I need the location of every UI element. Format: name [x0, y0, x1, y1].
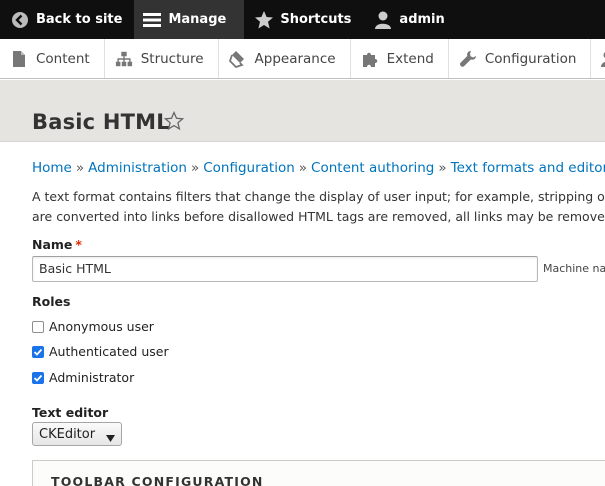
role-label: Anonymous user: [49, 319, 154, 334]
page-description: A text format contains filters that chan…: [32, 187, 605, 227]
breadcrumb-separator: »: [190, 160, 200, 176]
breadcrumb-separator: »: [75, 160, 85, 176]
description-line: are converted into links before disallow…: [32, 209, 605, 224]
breadcrumb-separator: »: [438, 160, 447, 176]
page-header: Basic HTML: [0, 80, 605, 142]
name-label: Name *: [32, 237, 82, 252]
tray-item-structure[interactable]: Structure: [105, 39, 219, 78]
breadcrumb-text-formats[interactable]: Text formats and editors: [451, 160, 605, 176]
role-label: Administrator: [49, 370, 135, 385]
select-value: CKEditor: [39, 426, 96, 442]
checkbox-checked[interactable]: [32, 371, 44, 384]
breadcrumb-administration[interactable]: Administration: [88, 160, 187, 176]
text-editor-label: Text editor: [32, 405, 109, 420]
name-label-text: Name: [32, 237, 73, 252]
wrench-icon: [459, 50, 477, 68]
required-marker: *: [75, 237, 82, 252]
checkmark-icon: [33, 374, 43, 382]
tray-item-content[interactable]: Content: [0, 39, 105, 78]
tray-item-people[interactable]: [591, 39, 605, 78]
description-line: A text format contains filters that chan…: [32, 189, 605, 204]
manage-label: Manage: [168, 12, 227, 27]
tray-item-label: Structure: [140, 50, 204, 67]
name-field[interactable]: Basic HTML: [32, 256, 538, 282]
back-to-site-label: Back to site: [36, 12, 123, 27]
admin-toolbar: Back to site Manage Shortcuts admin: [0, 0, 605, 39]
role-authenticated[interactable]: Authenticated user: [32, 344, 169, 359]
tray-item-configuration[interactable]: Configuration: [449, 39, 592, 78]
roles-label: Roles: [32, 294, 71, 309]
shortcuts-label: Shortcuts: [280, 12, 352, 27]
role-administrator[interactable]: Administrator: [32, 370, 134, 385]
role-anonymous[interactable]: Anonymous user: [32, 319, 154, 334]
tray-item-extend[interactable]: Extend: [351, 39, 449, 78]
manage-tab[interactable]: Manage: [134, 0, 245, 39]
star-icon: [254, 10, 274, 30]
paint-icon: [228, 50, 247, 68]
breadcrumb-configuration[interactable]: Configuration: [203, 160, 295, 176]
machine-name-label: Machine nar: [543, 262, 605, 275]
back-to-site-link[interactable]: Back to site: [0, 0, 134, 39]
checkbox-checked[interactable]: [32, 345, 44, 358]
hamburger-icon: [142, 10, 162, 30]
toolbar-configuration-title: TOOLBAR CONFIGURATION: [51, 474, 264, 486]
user-tab[interactable]: admin: [363, 0, 456, 39]
dropdown-arrow-icon: [106, 431, 115, 446]
hierarchy-icon: [115, 50, 133, 68]
checkbox-unchecked[interactable]: [32, 320, 44, 333]
tray-item-label: Content: [36, 50, 90, 67]
user-icon: [373, 10, 393, 30]
breadcrumb-content-authoring[interactable]: Content authoring: [311, 160, 434, 176]
people-icon: [601, 50, 605, 68]
tray-item-appearance[interactable]: Appearance: [219, 39, 351, 78]
breadcrumb-home[interactable]: Home: [32, 160, 72, 176]
shortcuts-tab[interactable]: Shortcuts: [244, 0, 363, 39]
breadcrumb-separator: »: [298, 160, 308, 176]
role-label: Authenticated user: [49, 344, 169, 359]
tray-item-label: Configuration: [484, 50, 577, 67]
star-outline-icon[interactable]: [163, 110, 185, 135]
admin-tray: Content Structure Appearance Extend Conf…: [0, 39, 605, 79]
user-label: admin: [399, 12, 445, 27]
page-title: Basic HTML: [32, 110, 170, 134]
checkmark-icon: [33, 348, 43, 356]
toolbar-configuration-fieldset: TOOLBAR CONFIGURATION: [32, 460, 605, 486]
text-editor-select[interactable]: CKEditor: [32, 422, 122, 446]
back-arrow-icon: [10, 10, 30, 30]
tray-item-label: Extend: [386, 50, 434, 67]
puzzle-icon: [361, 50, 379, 68]
tray-item-label: Appearance: [254, 50, 336, 67]
breadcrumb: Home» Administration» Configuration» Conten…: [32, 160, 605, 176]
page-icon: [10, 50, 28, 68]
